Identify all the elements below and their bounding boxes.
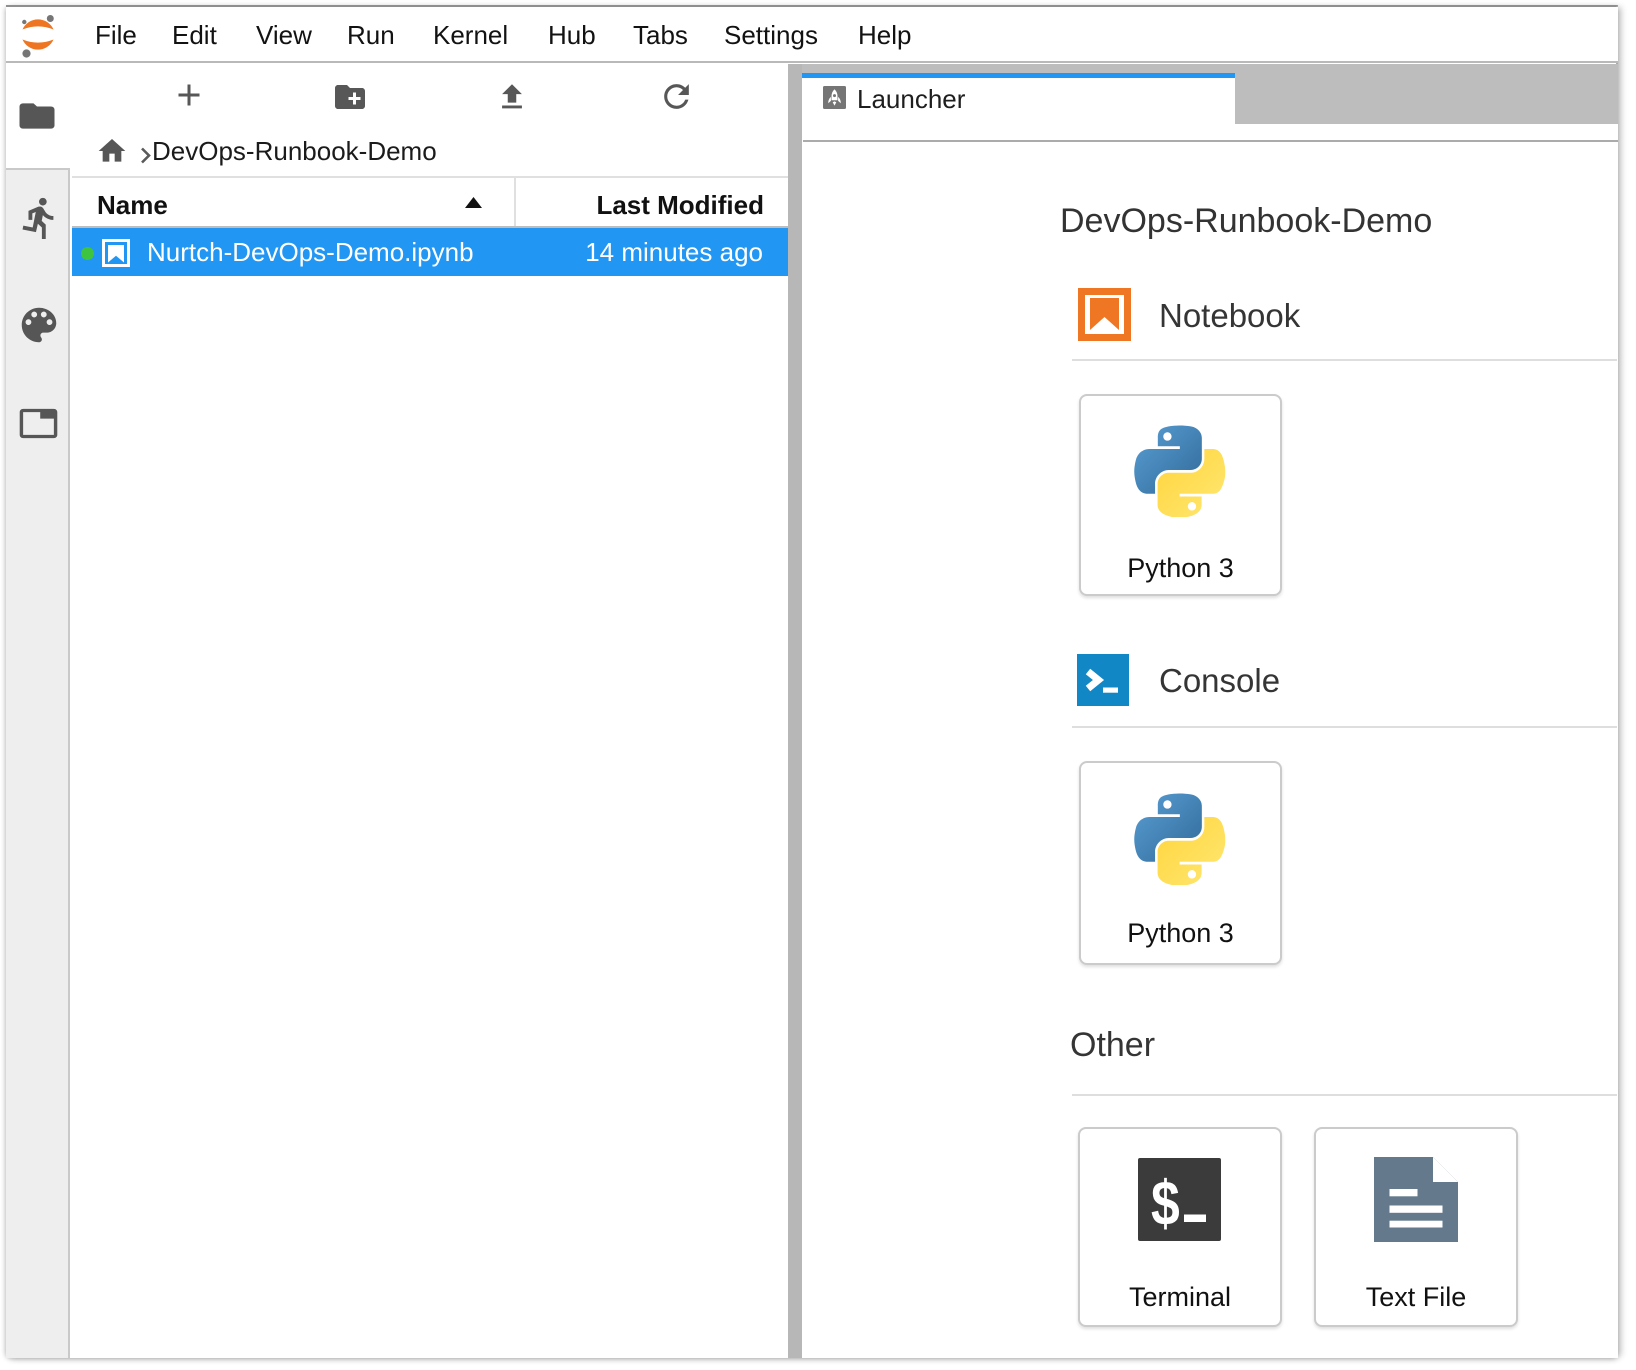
svg-text:$: $ xyxy=(1151,1169,1180,1239)
